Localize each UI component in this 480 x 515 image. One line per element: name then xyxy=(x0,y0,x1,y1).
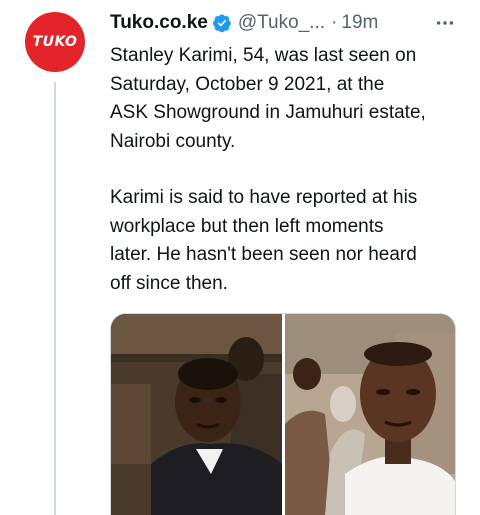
man-in-white-shirt-photo[interactable] xyxy=(285,314,455,515)
avatar-logo-text: TUKO xyxy=(32,34,78,50)
verified-badge-icon xyxy=(212,13,232,33)
more-options-icon[interactable] xyxy=(430,12,460,34)
author-name[interactable]: Tuko.co.ke xyxy=(110,12,208,34)
tweet-text: Stanley Karimi, 54, was last seen on Sat… xyxy=(110,42,466,298)
tweet-paragraph: Stanley Karimi, 54, was last seen on Sat… xyxy=(110,45,426,152)
header-separator: · xyxy=(331,12,338,33)
tweet-timestamp[interactable]: 19m xyxy=(341,12,378,34)
tweet-paragraph: Karimi is said to have reported at his w… xyxy=(110,187,418,294)
tweet-card[interactable]: TUKO Tuko.co.ke @Tuko_... · 19m Stanley … xyxy=(0,0,480,515)
tweet-media[interactable] xyxy=(110,313,456,515)
man-in-suit-photo[interactable] xyxy=(111,314,282,515)
thread-line xyxy=(54,82,56,515)
avatar[interactable]: TUKO xyxy=(25,12,85,72)
tweet-header: Tuko.co.ke @Tuko_... · 19m xyxy=(110,10,460,36)
author-handle[interactable]: @Tuko_... xyxy=(238,12,325,34)
